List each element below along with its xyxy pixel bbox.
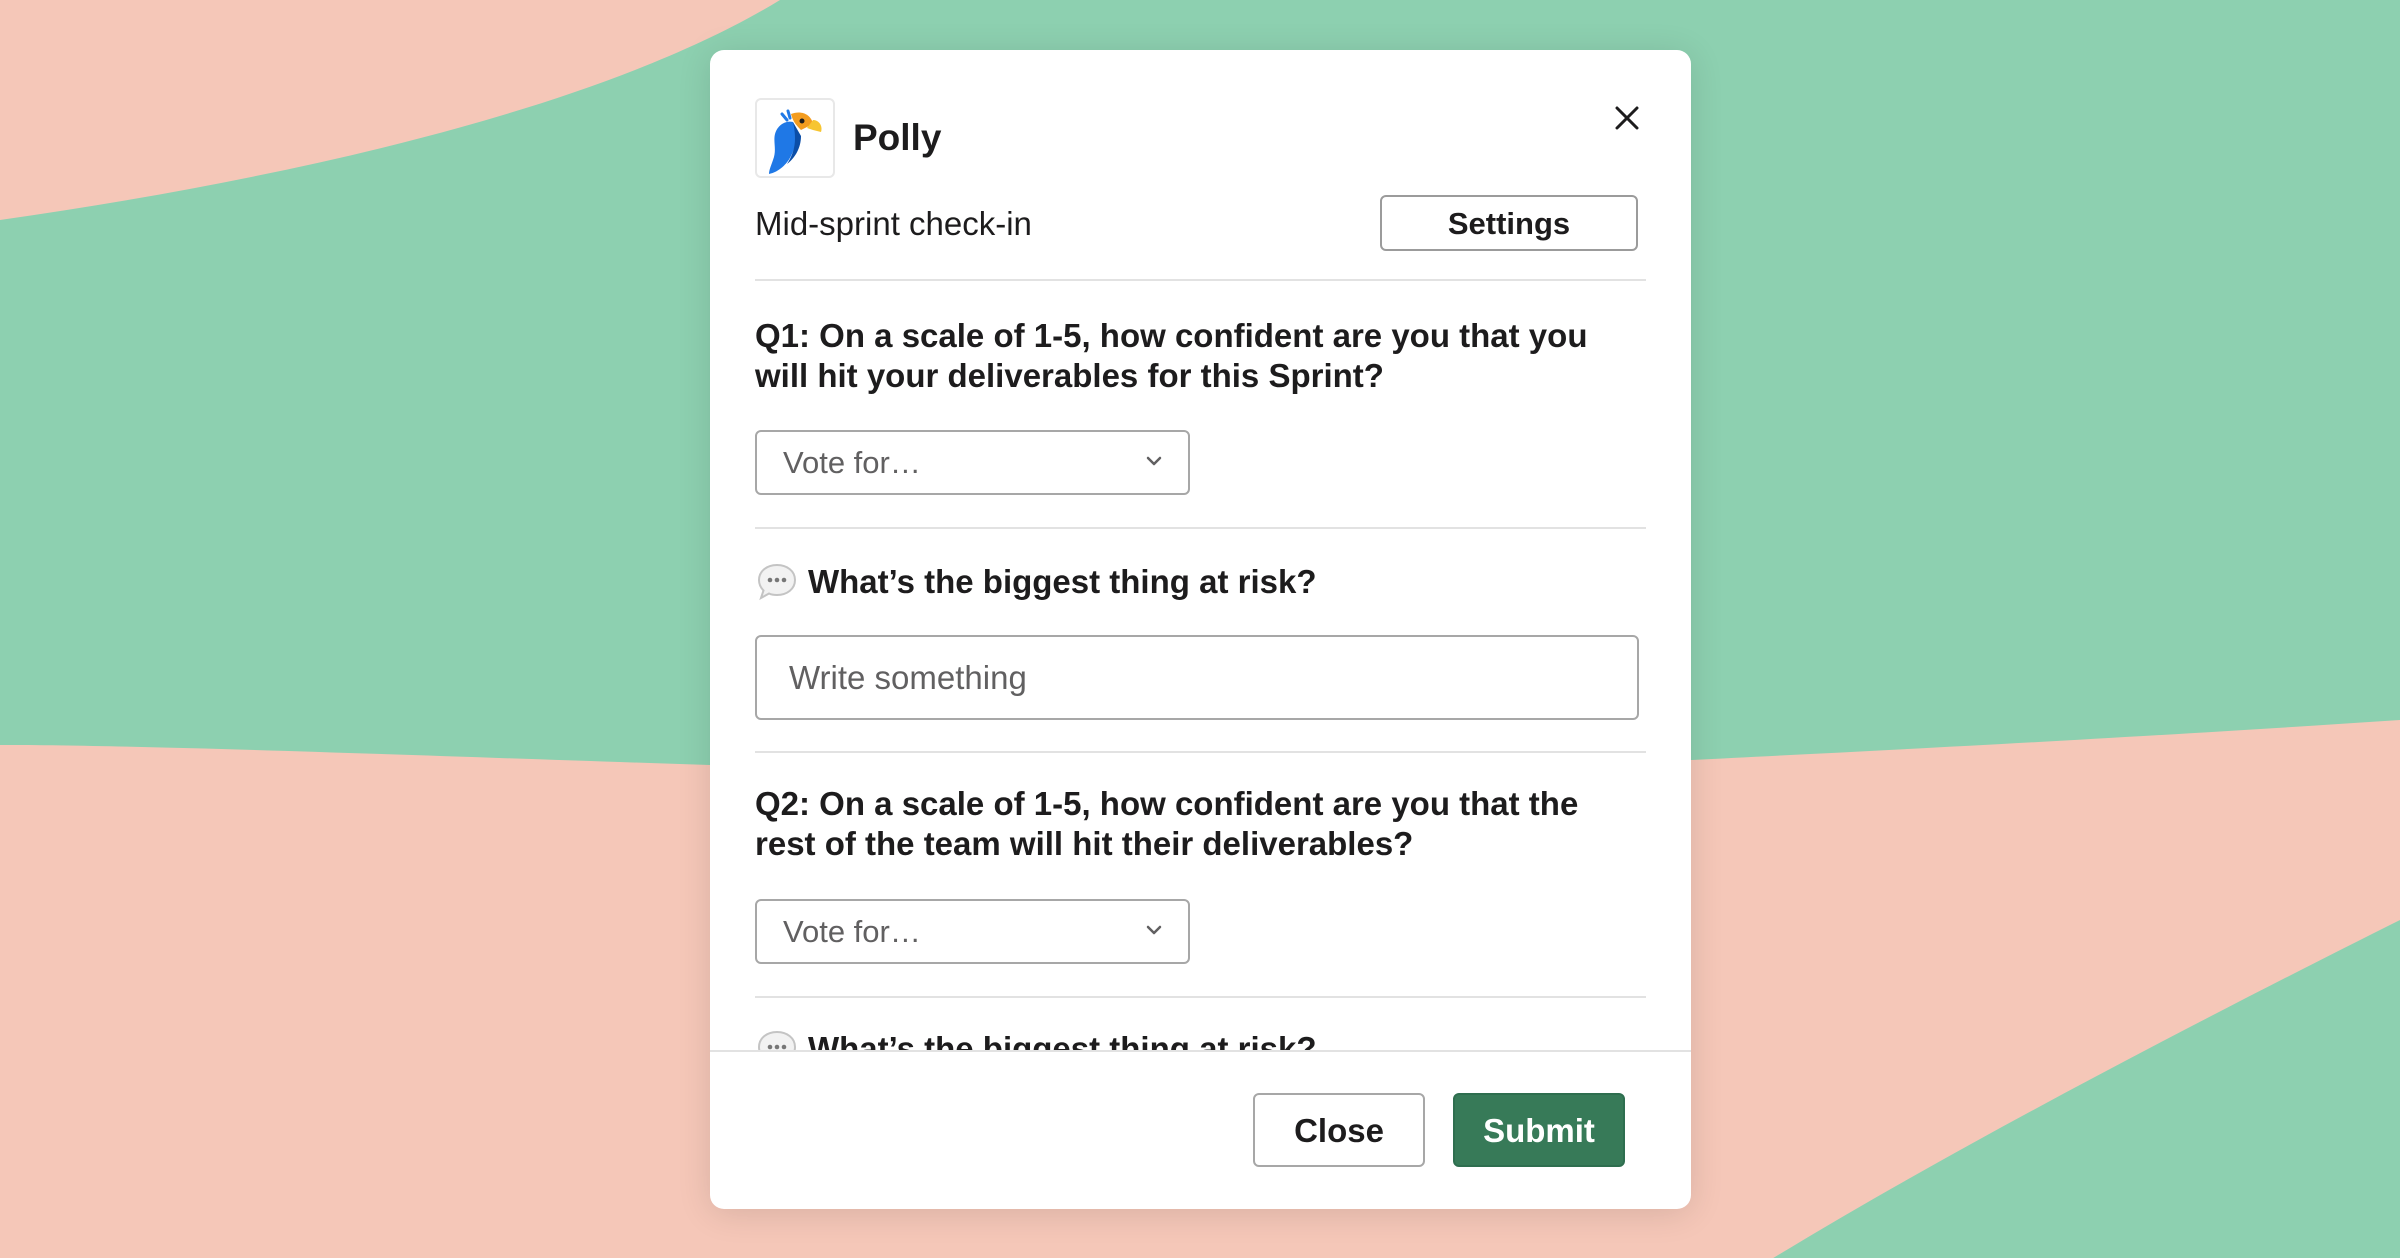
- select-value: Vote for…: [783, 445, 921, 480]
- speech-bubble-icon: [757, 563, 797, 601]
- close-icon[interactable]: [1607, 98, 1647, 138]
- footer-divider: [710, 1050, 1691, 1052]
- question-1-select[interactable]: Vote for…: [755, 430, 1190, 495]
- question-1-text: Q1: On a scale of 1-5, how confident are…: [755, 317, 1588, 394]
- divider: [755, 527, 1646, 529]
- polly-dialog: Polly Mid-sprint check-in Settings Q1: O…: [710, 50, 1691, 1209]
- select-value: Vote for…: [783, 914, 921, 949]
- background: Polly Mid-sprint check-in Settings Q1: O…: [0, 0, 2400, 1260]
- comment-prompt-text: What’s the biggest thing at risk?: [808, 563, 1317, 600]
- dialog-scroll-body[interactable]: Polly Mid-sprint check-in Settings Q1: O…: [710, 50, 1691, 1050]
- chevron-down-icon: [1146, 925, 1162, 935]
- comment-prompt-text: What’s the biggest thing at risk?: [808, 1030, 1317, 1050]
- close-button[interactable]: Close: [1253, 1093, 1425, 1167]
- input-placeholder: Write something: [789, 659, 1027, 696]
- divider: [755, 279, 1646, 281]
- dialog-subtitle: Mid-sprint check-in: [755, 205, 1032, 242]
- question-2-text: Q2: On a scale of 1-5, how confident are…: [755, 785, 1579, 862]
- question-2-select[interactable]: Vote for…: [755, 899, 1190, 964]
- submit-button[interactable]: Submit: [1453, 1093, 1625, 1167]
- risk-text-input[interactable]: Write something: [755, 635, 1639, 720]
- chevron-down-icon: [1146, 456, 1162, 466]
- speech-bubble-icon: [757, 1030, 797, 1050]
- settings-button[interactable]: Settings: [1380, 195, 1638, 251]
- parrot-logo-icon: [755, 98, 835, 178]
- divider: [755, 996, 1646, 998]
- app-name: Polly: [853, 117, 942, 158]
- divider: [755, 751, 1646, 753]
